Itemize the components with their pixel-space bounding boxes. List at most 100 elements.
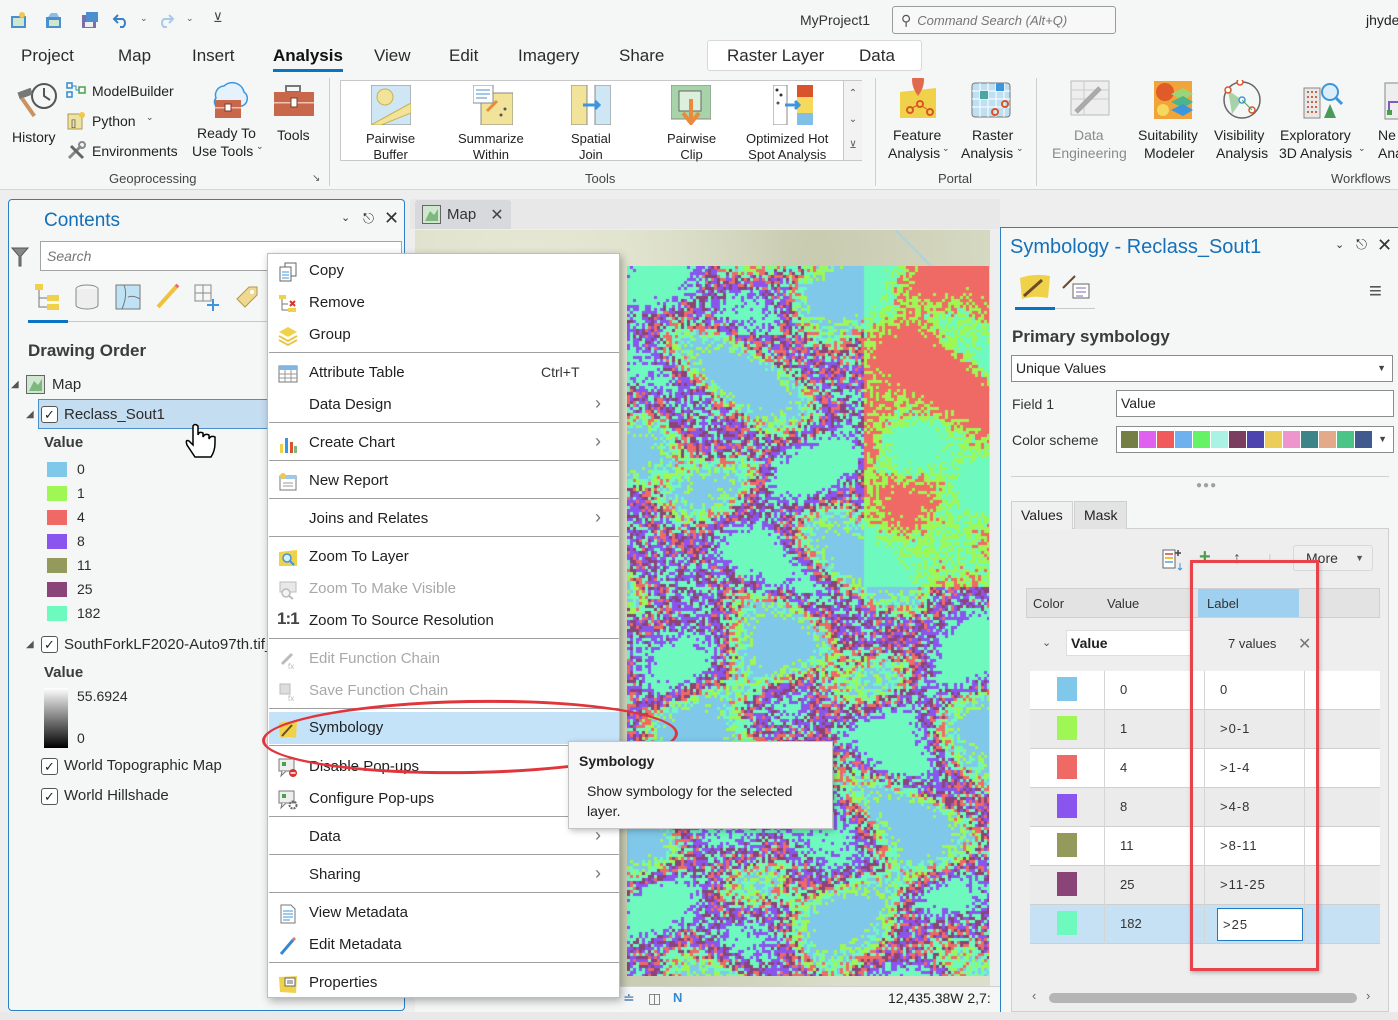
collapse-group-chevron-icon[interactable]: ⌄: [1042, 636, 1051, 649]
list-by-data-source-icon[interactable]: [73, 283, 101, 311]
layer-visibility-checkbox[interactable]: ✓: [41, 406, 58, 423]
tab-data[interactable]: Data: [859, 46, 895, 66]
collapse-arrow-icon[interactable]: ◢: [26, 639, 34, 650]
gallery-scroll-down[interactable]: ⌄: [843, 107, 862, 133]
layer-visibility-checkbox[interactable]: ✓: [41, 758, 58, 775]
column-header-value[interactable]: Value: [1107, 596, 1139, 611]
close-map-tab-icon[interactable]: ✕: [490, 205, 503, 225]
layer-name-southfork[interactable]: SouthForkLF2020-Auto97th.tif_: [64, 636, 273, 653]
list-by-selection-icon[interactable]: [114, 283, 142, 311]
close-icon[interactable]: ✕: [384, 208, 399, 229]
group-heading-field[interactable]: Value: [1066, 630, 1192, 656]
list-by-drawing-order-icon[interactable]: [33, 283, 61, 311]
menu-item-sharing[interactable]: Sharing ›: [269, 859, 619, 891]
menu-item-remove[interactable]: Remove: [269, 287, 619, 319]
pin-icon[interactable]: ⎋: [1356, 236, 1367, 253]
menu-item-create-chart[interactable]: Create Chart ›: [269, 427, 619, 459]
north-arrow-icon[interactable]: N: [673, 990, 682, 1005]
layer-name-reclass[interactable]: Reclass_Sout1: [64, 406, 165, 423]
tools-button[interactable]: Tools: [272, 76, 316, 162]
gallery-expand[interactable]: ⊻: [843, 133, 862, 160]
field1-dropdown[interactable]: Value: [1116, 390, 1394, 417]
layer-name-world-hillshade[interactable]: World Hillshade: [64, 787, 169, 804]
pairwise-clip-button[interactable]: Pairwise Clip: [641, 81, 741, 162]
ready-to-use-tools-button[interactable]: Ready To Use Tools ⌄: [190, 76, 268, 162]
network-analysis-button[interactable]: Ne Ana: [1372, 76, 1398, 162]
visibility-analysis-button[interactable]: Visibility Analysis: [1212, 76, 1276, 162]
menu-item-copy[interactable]: Copy: [269, 255, 619, 287]
vary-symbology-tab-icon[interactable]: [1061, 272, 1093, 302]
scroll-right-icon[interactable]: ›: [1366, 988, 1370, 1003]
command-search-input[interactable]: [917, 12, 1108, 28]
list-by-editing-icon[interactable]: [154, 283, 182, 311]
scroll-left-icon[interactable]: ‹: [1032, 988, 1036, 1003]
redo-dropdown-icon[interactable]: ⌄: [186, 13, 194, 24]
value-color-swatch[interactable]: [1057, 677, 1077, 701]
menu-item-zoom-to-source-resolution[interactable]: 1:1 Zoom To Source Resolution: [269, 605, 619, 637]
command-search[interactable]: ⚲: [892, 6, 1116, 34]
collapse-arrow-icon[interactable]: ◢: [11, 379, 19, 390]
spatial-join-button[interactable]: Spatial Join: [541, 81, 641, 162]
menu-item-joins-and-relates[interactable]: Joins and Relates ›: [269, 503, 619, 535]
tab-view[interactable]: View: [374, 46, 411, 66]
column-header-color[interactable]: Color: [1033, 596, 1064, 611]
pairwise-buffer-button[interactable]: Pairwise Buffer: [341, 81, 441, 162]
value-color-swatch[interactable]: [1057, 716, 1077, 740]
menu-item-edit-metadata[interactable]: Edit Metadata: [269, 929, 619, 961]
history-button[interactable]: History: [8, 78, 62, 145]
menu-item-properties[interactable]: Properties: [269, 967, 619, 999]
undo-dropdown-icon[interactable]: ⌄: [140, 13, 148, 24]
optimized-hot-spot-button[interactable]: Optimized Hot Spot Analysis: [741, 81, 843, 162]
exploratory-3d-analysis-button[interactable]: Exploratory 3D Analysis ⌄: [1278, 76, 1368, 162]
grid-icon[interactable]: ◫: [648, 990, 661, 1007]
tab-share[interactable]: Share: [619, 46, 664, 66]
scrollbar-thumb[interactable]: [1049, 993, 1357, 1003]
tab-project[interactable]: Project: [21, 46, 74, 66]
value-color-swatch[interactable]: [1057, 794, 1077, 818]
modelbuilder-button[interactable]: ModelBuilder: [66, 80, 186, 102]
tab-insert[interactable]: Insert: [192, 46, 235, 66]
undo-icon[interactable]: [112, 11, 130, 29]
map-view-tab[interactable]: Map ✕: [415, 200, 511, 229]
collapse-arrow-icon[interactable]: ◢: [26, 409, 34, 420]
value-color-swatch[interactable]: [1057, 755, 1077, 779]
list-by-labeling-icon[interactable]: [233, 283, 261, 311]
tab-mask[interactable]: Mask: [1074, 501, 1128, 529]
tools-measure-icon[interactable]: ≐: [623, 990, 635, 1007]
menu-item-new-report[interactable]: New Report: [269, 465, 619, 497]
value-color-swatch[interactable]: [1057, 872, 1077, 896]
menu-item-attribute-table[interactable]: Attribute Table Ctrl+T: [269, 357, 619, 389]
menu-item-group[interactable]: Group: [269, 319, 619, 351]
layer-visibility-checkbox[interactable]: ✓: [41, 788, 58, 805]
value-color-swatch[interactable]: [1057, 833, 1077, 857]
pane-options-chevron-icon[interactable]: ⌄: [1335, 238, 1344, 251]
environments-button[interactable]: Environments: [66, 140, 186, 162]
tab-values[interactable]: Values: [1011, 501, 1073, 529]
menu-item-configure-popups[interactable]: Configure Pop-ups: [269, 783, 619, 815]
list-by-snapping-icon[interactable]: [193, 283, 221, 311]
tab-map[interactable]: Map: [118, 46, 151, 66]
color-scheme-dropdown[interactable]: ▼: [1116, 426, 1394, 453]
tab-analysis[interactable]: Analysis: [273, 46, 343, 72]
pane-options-chevron-icon[interactable]: ⌄: [341, 211, 350, 224]
splitter-handle[interactable]: ●●●: [1196, 480, 1217, 491]
map-node-label[interactable]: Map: [52, 376, 81, 393]
new-project-icon[interactable]: [10, 11, 28, 29]
primary-symbology-tab-icon[interactable]: [1018, 272, 1052, 300]
feature-analysis-button[interactable]: Feature Analysis ⌄: [884, 76, 952, 162]
gallery-scroll-up[interactable]: ⌃: [843, 81, 862, 107]
filter-icon[interactable]: [11, 247, 29, 267]
layer-visibility-checkbox[interactable]: ✓: [41, 636, 58, 653]
menu-item-view-metadata[interactable]: View Metadata: [269, 897, 619, 929]
user-name[interactable]: jhyde: [1366, 12, 1398, 28]
menu-item-data[interactable]: Data ›: [269, 821, 619, 853]
customize-toolbar-icon[interactable]: ⊻: [213, 10, 223, 26]
add-all-values-icon[interactable]: [1161, 549, 1185, 571]
layer-name-world-topographic[interactable]: World Topographic Map: [64, 757, 222, 774]
tab-imagery[interactable]: Imagery: [518, 46, 579, 66]
hamburger-menu-icon[interactable]: ≡: [1369, 278, 1382, 304]
pin-icon[interactable]: ⎋: [363, 210, 374, 227]
tab-raster-layer[interactable]: Raster Layer: [727, 46, 824, 66]
data-engineering-button[interactable]: Data Engineering: [1048, 76, 1134, 162]
primary-symbology-dropdown[interactable]: Unique Values ▼: [1011, 355, 1393, 382]
